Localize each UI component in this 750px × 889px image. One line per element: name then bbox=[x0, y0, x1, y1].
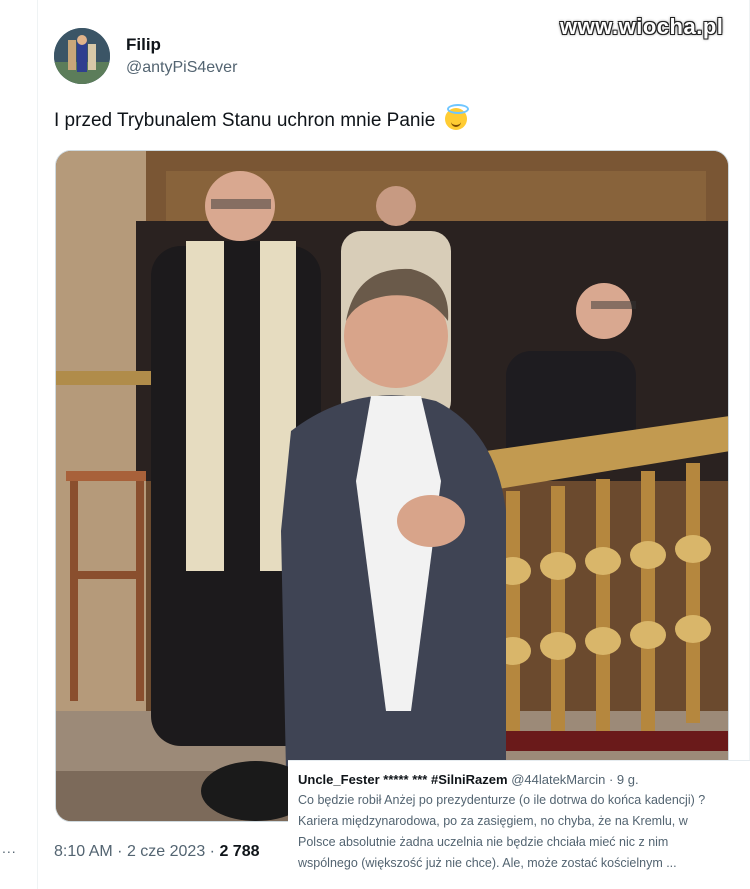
quote-header: Uncle_Fester ***** *** #SilniRazem @44la… bbox=[298, 769, 740, 790]
quote-separator: · bbox=[608, 772, 614, 787]
quote-line: Kariera międzynarodowa, po za zasięgiem,… bbox=[298, 814, 688, 828]
tweet-time[interactable]: 8:10 AM bbox=[54, 843, 113, 860]
tweet-date[interactable]: 2 cze 2023 bbox=[127, 843, 205, 860]
quote-author-name[interactable]: Uncle_Fester bbox=[298, 772, 380, 787]
views-count: 2 788 bbox=[219, 843, 260, 860]
tweet-text-content: I przed Trybunalem Stanu uchron mnie Pan… bbox=[54, 110, 436, 131]
quote-author-tags: ***** *** #SilniRazem bbox=[383, 772, 508, 787]
more-dots-icon[interactable]: ... bbox=[2, 840, 17, 856]
quote-body: Co będzie robił Anżej po prezydenturze (… bbox=[298, 790, 740, 874]
photo-illustration bbox=[56, 151, 728, 821]
quote-author-handle[interactable]: @44latekMarcin bbox=[511, 772, 605, 787]
quote-line: wspólnego (większość już nie chce). Ale,… bbox=[298, 856, 677, 870]
avatar-image bbox=[54, 28, 110, 84]
tweet-text: I przed Trybunalem Stanu uchron mnie Pan… bbox=[54, 104, 469, 132]
screenshot-frame: ... Filip @antyPiS4ever I przed Trybunal… bbox=[0, 0, 750, 889]
author-handle[interactable]: @antyPiS4ever bbox=[126, 59, 237, 77]
quote-line: Polsce absolutnie żadna uczelnia nie będ… bbox=[298, 835, 669, 849]
quote-age[interactable]: 9 g. bbox=[617, 772, 639, 787]
tweet-photo[interactable] bbox=[55, 150, 729, 822]
author-name[interactable]: Filip bbox=[126, 35, 161, 55]
meta-separator: · bbox=[117, 843, 123, 860]
quote-line: Co będzie robił Anżej po prezydenturze (… bbox=[298, 793, 706, 807]
smiling-face-with-halo-icon bbox=[444, 104, 469, 130]
tweet: Filip @antyPiS4ever I przed Trybunalem S… bbox=[38, 0, 750, 889]
left-rail: ... bbox=[0, 0, 38, 889]
tweet-meta: 8:10 AM · 2 cze 2023 · 2 788 bbox=[54, 843, 260, 861]
avatar[interactable] bbox=[54, 28, 110, 84]
watermark: www.wiocha.pl bbox=[560, 14, 724, 39]
quoted-reply[interactable]: Uncle_Fester ***** *** #SilniRazem @44la… bbox=[288, 760, 750, 889]
meta-separator-2: · bbox=[209, 843, 215, 860]
